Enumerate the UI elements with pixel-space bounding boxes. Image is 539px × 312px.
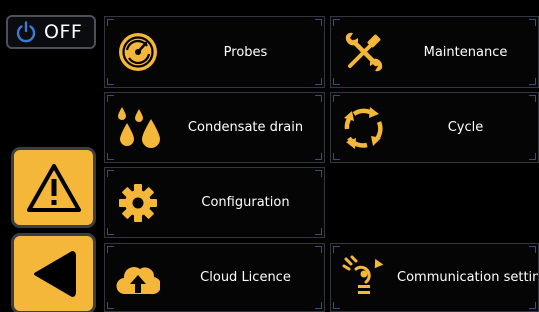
tile-corner-mark — [315, 95, 322, 102]
tile-corner-mark — [333, 246, 340, 253]
tile-corner-mark — [315, 78, 322, 85]
menu-tile-cycle[interactable]: Cycle — [330, 92, 539, 163]
probe-gauge-icon — [119, 33, 157, 71]
tile-corner-mark — [333, 78, 340, 85]
tile-corner-mark — [315, 153, 322, 160]
main-menu-screen: OFF Probes Maintenance Condensate drain … — [0, 0, 539, 312]
tile-corner-mark — [315, 228, 322, 235]
menu-tile-condensate-drain[interactable]: Condensate drain — [104, 92, 325, 163]
tile-corner-mark — [529, 302, 536, 309]
menu-tile-label: Maintenance — [423, 44, 508, 60]
tile-corner-mark — [315, 302, 322, 309]
menu-tile-label: Cloud Licence — [200, 270, 291, 285]
menu-tile-label: Configuration — [201, 195, 290, 210]
tile-corner-mark — [107, 246, 114, 253]
tile-corner-mark — [107, 170, 114, 177]
menu-tile-label: Cycle — [447, 120, 484, 135]
cycle-arrows-icon — [344, 106, 383, 149]
menu-tile-label: Condensate drain — [187, 120, 304, 135]
menu-tile-maintenance[interactable]: Maintenance — [330, 16, 539, 88]
tile-corner-mark — [107, 78, 114, 85]
tile-corner-mark — [529, 153, 536, 160]
tile-corner-mark — [107, 95, 114, 102]
tile-corner-mark — [315, 246, 322, 253]
tile-corner-mark — [315, 19, 322, 26]
tile-corner-mark — [107, 228, 114, 235]
menu-tile-configuration[interactable]: Configuration — [104, 167, 325, 238]
tile-corner-mark — [529, 246, 536, 253]
tile-corner-mark — [333, 95, 340, 102]
tile-corner-mark — [107, 302, 114, 309]
droplets-icon — [118, 106, 160, 148]
tile-corner-mark — [333, 19, 340, 26]
warning-button[interactable] — [11, 147, 96, 228]
tile-corner-mark — [333, 302, 340, 309]
menu-tile-label: Communication settings — [397, 270, 538, 285]
tile-corner-mark — [529, 78, 536, 85]
gear-icon — [119, 183, 157, 222]
power-icon — [16, 21, 36, 43]
tile-corner-mark — [315, 170, 322, 177]
menu-tile-communication-settings[interactable]: Communication settings — [330, 243, 539, 312]
tile-corner-mark — [529, 19, 536, 26]
back-arrow-icon — [33, 250, 76, 297]
power-off-button[interactable]: OFF — [6, 15, 96, 49]
warning-triangle-icon — [26, 163, 81, 212]
menu-tile-probes[interactable]: Probes — [104, 16, 325, 88]
tile-corner-mark — [529, 95, 536, 102]
power-state-label: OFF — [44, 21, 83, 43]
menu-tile-cloud-licence[interactable]: Cloud Licence — [104, 243, 325, 312]
wrench-screwdriver-icon — [345, 32, 383, 72]
menu-tile-label: Probes — [223, 44, 268, 60]
tile-corner-mark — [333, 153, 340, 160]
cloud-upload-icon — [116, 266, 160, 294]
back-button[interactable] — [11, 233, 96, 312]
tile-corner-mark — [107, 153, 114, 160]
signal-antenna-icon — [342, 255, 384, 294]
tile-corner-mark — [107, 19, 114, 26]
